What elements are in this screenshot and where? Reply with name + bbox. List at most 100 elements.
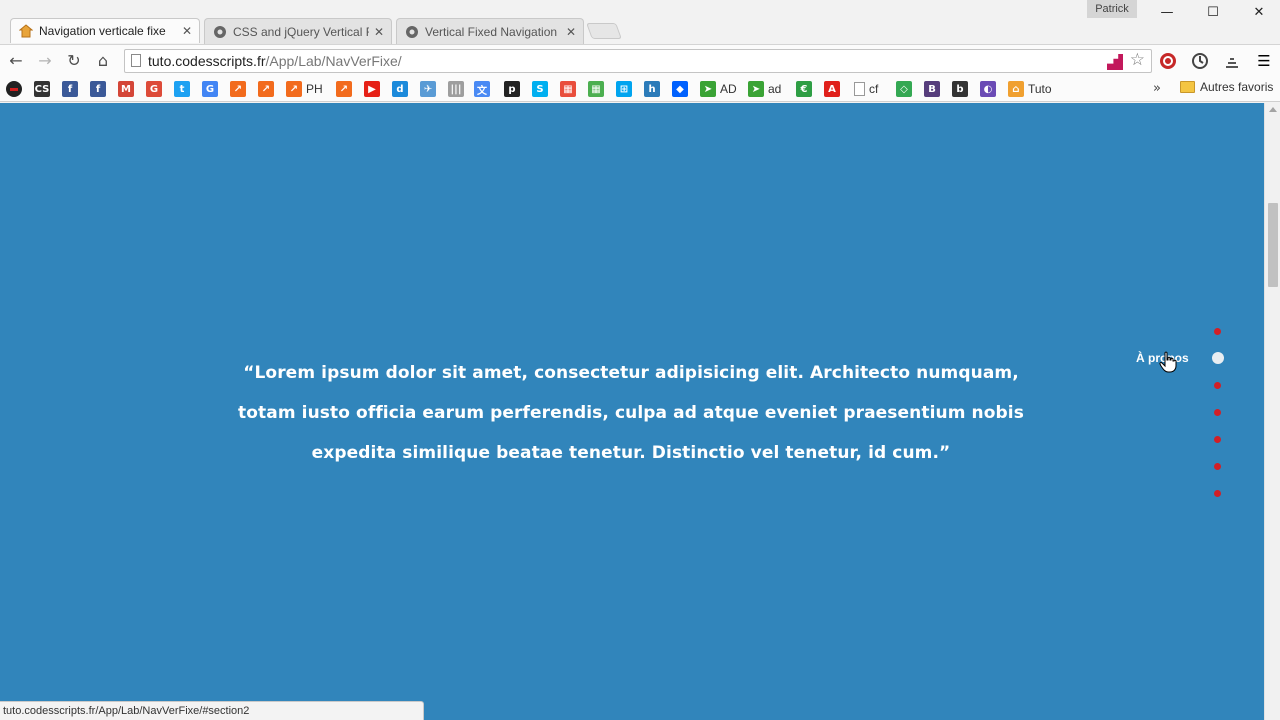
key-extension-icon[interactable] — [1222, 51, 1242, 71]
bookmark-12[interactable]: ▶ — [364, 80, 380, 98]
bookmark-3[interactable]: f — [90, 80, 106, 98]
bookmark-30[interactable]: B — [924, 80, 940, 98]
trend-icon: ↗ — [286, 81, 302, 97]
twitter-icon: t — [174, 81, 190, 97]
nav-dot-section3[interactable] — [1214, 382, 1221, 389]
bookmark-31[interactable]: b — [952, 80, 968, 98]
close-window-icon[interactable]: ✕ — [1244, 2, 1274, 24]
section-quote: “Lorem ipsum dolor sit amet, consectetur… — [238, 363, 1024, 463]
browser-titlebar: Navigation verticale fixe ✕ CSS and jQue… — [0, 0, 1280, 44]
bookmark-19[interactable]: ▦ — [560, 80, 576, 98]
bookmark-13[interactable]: d — [392, 80, 408, 98]
bookmarks-overflow-icon[interactable]: » — [1153, 81, 1161, 96]
bookmark-2[interactable]: f — [62, 80, 78, 98]
extension-icon[interactable] — [1107, 54, 1123, 70]
bookmark-28[interactable]: cf — [854, 80, 878, 98]
euro-icon: € — [796, 81, 812, 97]
tab-vertical-fixed[interactable]: Vertical Fixed Navigation ✕ — [396, 18, 584, 44]
nav-dot-section2[interactable] — [1212, 352, 1224, 364]
scroll-up-arrow-icon[interactable] — [1269, 107, 1277, 112]
page-icon — [131, 54, 141, 67]
tab-title: CSS and jQuery Vertical Fi — [233, 24, 369, 39]
bookmark-26[interactable]: € — [796, 80, 812, 98]
facebook-icon: f — [62, 81, 78, 97]
gear-icon — [405, 25, 419, 39]
bookmark-17[interactable]: p — [504, 80, 520, 98]
bookmark-10[interactable]: ↗ PH — [286, 80, 323, 98]
minimize-icon[interactable]: — — [1152, 2, 1182, 24]
tab-title: Navigation verticale fixe — [39, 24, 166, 38]
nav-dot-section5[interactable] — [1214, 436, 1221, 443]
tab-css-jquery[interactable]: CSS and jQuery Vertical Fi ✕ — [204, 18, 392, 44]
address-url[interactable]: tuto.codesscripts.fr/App/Lab/NavVerFixe/ — [148, 53, 402, 69]
adobe-icon: A — [824, 81, 840, 97]
new-tab-button[interactable] — [586, 23, 622, 39]
back-arrow-icon[interactable]: ← — [4, 49, 28, 73]
trend-icon: ↗ — [258, 81, 274, 97]
bookmark-6[interactable]: t — [174, 80, 190, 98]
bars-icon: ||| — [448, 81, 464, 97]
grid-icon: ▦ — [560, 81, 576, 97]
bookmark-20[interactable]: ▦ — [588, 80, 604, 98]
cs-icon: CS — [34, 81, 50, 97]
trend-icon: ↗ — [336, 81, 352, 97]
bookmark-29[interactable]: ◇ — [896, 80, 912, 98]
bookmark-star-icon[interactable]: ☆ — [1130, 50, 1145, 70]
facebook-icon: f — [90, 81, 106, 97]
bookmark-1[interactable]: CS — [34, 80, 50, 98]
bootstrap-icon: B — [924, 81, 940, 97]
page-section-background: “Lorem ipsum dolor sit amet, consectetur… — [0, 103, 1280, 720]
bookmark-22[interactable]: h — [644, 80, 660, 98]
hand-cursor-icon — [1159, 351, 1177, 373]
close-tab-icon[interactable]: ✕ — [565, 25, 577, 39]
bookmark-15[interactable]: ||| — [448, 80, 464, 98]
other-bookmarks-folder[interactable]: Autres favoris — [1180, 80, 1273, 94]
bookmark-18[interactable]: S — [532, 80, 548, 98]
tab-navigation-verticale[interactable]: Navigation verticale fixe ✕ — [10, 18, 200, 43]
bookmark-8[interactable]: ↗ — [230, 80, 246, 98]
bookmark-11[interactable]: ↗ — [336, 80, 352, 98]
p-icon: p — [504, 81, 520, 97]
address-bar[interactable]: tuto.codesscripts.fr/App/Lab/NavVerFixe/… — [124, 49, 1152, 73]
bookmark-14[interactable]: ✈ — [420, 80, 436, 98]
home-icon[interactable]: ⌂ — [91, 49, 115, 73]
close-tab-icon[interactable]: ✕ — [373, 25, 385, 39]
bookmark-9[interactable]: ↗ — [258, 80, 274, 98]
trend-icon: ↗ — [230, 81, 246, 97]
bookmark-16[interactable]: 文 — [474, 80, 490, 98]
bookmark-27[interactable]: A — [824, 80, 840, 98]
profile-button[interactable]: Patrick — [1087, 0, 1137, 18]
gear-icon — [213, 25, 227, 39]
translate-icon: 文 — [474, 81, 490, 97]
bookmark-7[interactable]: G — [202, 80, 218, 98]
forward-arrow-icon[interactable]: → — [33, 49, 57, 73]
reload-icon[interactable]: ↻ — [62, 49, 86, 73]
bookmark-23[interactable]: ◆ — [672, 80, 688, 98]
page-icon — [854, 82, 865, 96]
d-icon: d — [392, 81, 408, 97]
dropbox-icon: ◆ — [672, 81, 688, 97]
b-icon: b — [952, 81, 968, 97]
sync-extension-icon[interactable] — [1190, 51, 1210, 71]
bookmark-33[interactable]: ⌂ Tuto — [1008, 80, 1052, 98]
tab-title: Vertical Fixed Navigation — [425, 24, 558, 39]
nav-dot-section7[interactable] — [1214, 490, 1221, 497]
bookmark-0[interactable] — [6, 80, 22, 98]
nav-dot-section1[interactable] — [1214, 328, 1221, 335]
bookmark-21[interactable]: ⊞ — [616, 80, 632, 98]
bookmark-label: cf — [869, 82, 879, 96]
bookmark-24[interactable]: ➤ AD — [700, 80, 737, 98]
nav-dot-section4[interactable] — [1214, 409, 1221, 416]
bookmark-4[interactable]: M — [118, 80, 134, 98]
nav-dot-section6[interactable] — [1214, 463, 1221, 470]
menu-icon[interactable]: ☰ — [1254, 51, 1274, 71]
scrollbar-thumb[interactable] — [1268, 203, 1278, 287]
bookmark-label: ad — [768, 82, 782, 96]
bookmark-25[interactable]: ➤ ad — [748, 80, 781, 98]
stop-extension-icon[interactable] — [1158, 51, 1178, 71]
maximize-icon[interactable]: ☐ — [1198, 2, 1228, 24]
close-tab-icon[interactable]: ✕ — [181, 24, 193, 38]
vertical-scrollbar[interactable] — [1264, 103, 1280, 720]
bookmark-32[interactable]: ◐ — [980, 80, 996, 98]
bookmark-5[interactable]: G — [146, 80, 162, 98]
